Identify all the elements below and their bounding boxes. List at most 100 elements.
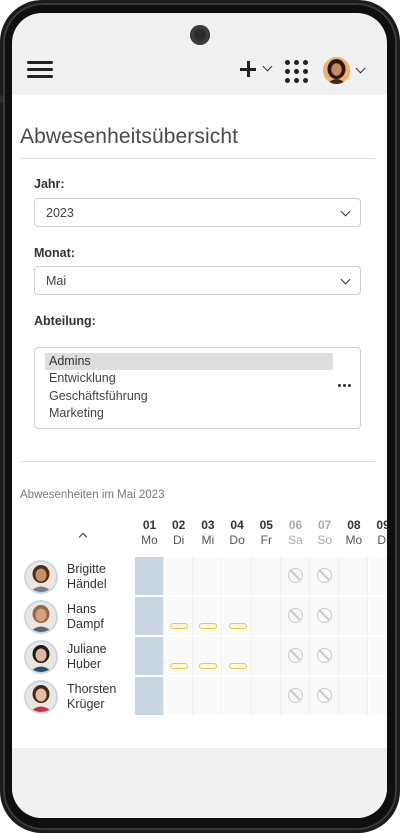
- day-cell[interactable]: [164, 677, 194, 715]
- employee-avatar[interactable]: [24, 600, 58, 634]
- day-number: 09: [376, 518, 387, 532]
- employee-first-name: Juliane: [67, 642, 107, 656]
- day-cell[interactable]: [368, 677, 387, 715]
- employee-name[interactable]: Thorsten Krüger: [67, 682, 137, 712]
- absence-marker[interactable]: [228, 663, 247, 669]
- employee-name[interactable]: Juliane Huber: [67, 642, 137, 672]
- day-cell[interactable]: [164, 637, 194, 675]
- front-camera: [190, 25, 210, 45]
- day-cell[interactable]: [222, 677, 252, 715]
- not-available-icon: [288, 648, 303, 663]
- day-cell[interactable]: [310, 597, 340, 635]
- day-cell[interactable]: [310, 637, 340, 675]
- day-header-07: 07 So: [310, 518, 339, 547]
- day-cell[interactable]: [193, 677, 223, 715]
- day-number: 08: [347, 518, 361, 532]
- day-cell[interactable]: [193, 557, 223, 595]
- not-available-icon: [288, 608, 303, 623]
- employee-first-name: Thorsten: [67, 682, 117, 696]
- employee-avatar[interactable]: [24, 680, 58, 714]
- day-cell[interactable]: [281, 597, 310, 635]
- employee-first-name: Hans: [67, 602, 97, 616]
- not-available-icon: [317, 688, 333, 703]
- day-cell[interactable]: [222, 637, 252, 675]
- department-option[interactable]: Admins: [45, 353, 333, 370]
- day-cell[interactable]: [222, 597, 252, 635]
- day-cell[interactable]: [222, 557, 252, 595]
- absence-marker[interactable]: [170, 623, 189, 629]
- day-cell[interactable]: [368, 597, 387, 635]
- day-cell[interactable]: [368, 557, 387, 595]
- add-new-button[interactable]: [238, 59, 276, 81]
- absence-marker[interactable]: [199, 623, 218, 629]
- employee-avatar[interactable]: [24, 560, 58, 594]
- year-select[interactable]: 2023: [34, 198, 361, 227]
- day-cell[interactable]: [135, 677, 164, 715]
- weekday-label: So: [317, 533, 333, 547]
- day-cell[interactable]: [310, 677, 340, 715]
- day-number: 06: [288, 518, 303, 532]
- department-option[interactable]: Marketing: [45, 405, 333, 422]
- day-cell[interactable]: [281, 677, 310, 715]
- day-cell[interactable]: [251, 557, 281, 595]
- employee-name[interactable]: Hans Dampf: [67, 602, 137, 632]
- day-cell[interactable]: [251, 597, 281, 635]
- day-number: 07: [318, 518, 332, 532]
- phone-frame: Abwesenheitsübersicht Jahr: 2023 Monat: …: [0, 0, 400, 833]
- chevron-down-icon: [340, 206, 351, 217]
- weekday-label: Di: [377, 533, 387, 547]
- department-option[interactable]: Entwicklung: [45, 370, 333, 387]
- page-title: Abwesenheitsübersicht: [20, 125, 239, 148]
- employee-last-name: Huber: [67, 657, 102, 671]
- day-number: 04: [230, 518, 244, 532]
- employee-name[interactable]: Brigitte Händel: [67, 562, 137, 592]
- department-option[interactable]: Geschäftsführung: [45, 388, 333, 405]
- menu-icon[interactable]: [27, 61, 53, 79]
- month-select-value: Mai: [46, 274, 67, 288]
- more-icon[interactable]: [336, 376, 354, 394]
- day-header-02: 02 Di: [164, 518, 193, 547]
- day-cell[interactable]: [339, 637, 369, 675]
- user-avatar: [323, 57, 350, 84]
- day-header-01: 01 Mo: [135, 518, 164, 547]
- not-available-icon: [288, 568, 303, 583]
- calendar-title: Abwesenheiten im Mai 2023: [20, 489, 165, 501]
- day-cell[interactable]: [281, 557, 310, 595]
- absence-marker[interactable]: [228, 623, 247, 629]
- apps-grid-icon[interactable]: [285, 60, 309, 84]
- day-cell[interactable]: [135, 557, 164, 595]
- day-cell[interactable]: [251, 677, 281, 715]
- day-header-08: 08 Mo: [339, 518, 368, 547]
- day-header-05: 05 Fr: [252, 518, 281, 547]
- day-cell[interactable]: [310, 557, 340, 595]
- day-cell[interactable]: [339, 677, 369, 715]
- weekday-label: Mo: [141, 533, 158, 547]
- day-cell[interactable]: [339, 597, 369, 635]
- day-cell[interactable]: [135, 637, 164, 675]
- day-cell[interactable]: [164, 597, 194, 635]
- day-cell[interactable]: [281, 637, 310, 675]
- absence-marker[interactable]: [170, 663, 189, 669]
- day-cell[interactable]: [368, 637, 387, 675]
- department-listbox[interactable]: Admins Entwicklung Geschäftsführung Mark…: [34, 347, 361, 429]
- day-cell[interactable]: [339, 557, 369, 595]
- day-cell[interactable]: [164, 557, 194, 595]
- employee-last-name: Dampf: [67, 617, 104, 631]
- day-number: 03: [201, 518, 215, 532]
- weekday-label: Sa: [288, 533, 303, 547]
- day-cell[interactable]: [251, 637, 281, 675]
- employee-avatar[interactable]: [24, 640, 58, 674]
- day-cell[interactable]: [193, 637, 223, 675]
- day-cell[interactable]: [135, 597, 164, 635]
- plus-icon: [238, 59, 258, 79]
- user-menu-button[interactable]: [323, 57, 369, 85]
- title-divider: [20, 158, 375, 159]
- month-select[interactable]: Mai: [34, 266, 361, 295]
- day-number: 05: [259, 518, 273, 532]
- weekday-label: Mo: [345, 533, 363, 547]
- employee-row: Hans Dampf: [12, 597, 387, 637]
- bottom-area: [12, 748, 387, 818]
- day-cell[interactable]: [193, 597, 223, 635]
- sort-up-icon[interactable]: [76, 530, 90, 542]
- absence-marker[interactable]: [199, 663, 218, 669]
